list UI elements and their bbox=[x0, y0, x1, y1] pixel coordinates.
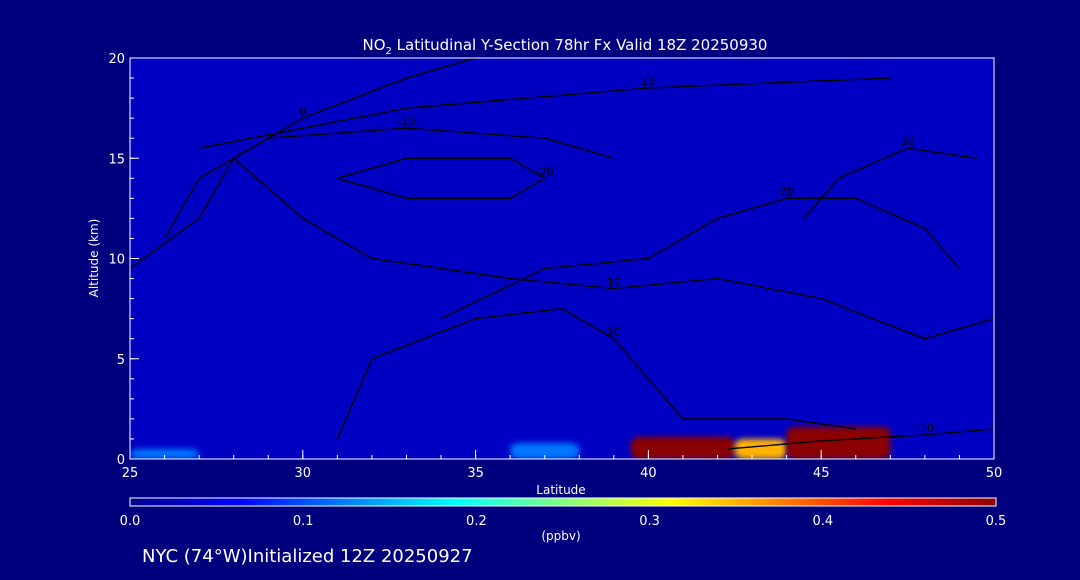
contour-label-4: 10 bbox=[607, 276, 621, 289]
colorbar-tick-label-3: 0.3 bbox=[639, 514, 660, 529]
concentration-feature-1 bbox=[734, 438, 787, 459]
plot-area bbox=[130, 58, 994, 459]
contour-label-8: -10 bbox=[916, 422, 934, 435]
contour-label-3: 10 bbox=[641, 75, 655, 88]
colorbar-unit-label: (ppbv) bbox=[541, 529, 580, 543]
contour-label-0: -10 bbox=[397, 115, 415, 128]
no2-cross-section-chart: NO2 Latitudinal Y-Section 78hr Fx Valid … bbox=[0, 0, 1080, 576]
initialized-label: Initialized 12Z 20250927 bbox=[248, 546, 473, 567]
station-label: NYC (74°W) bbox=[142, 546, 248, 567]
colorbar-gradient bbox=[129, 497, 997, 507]
footer-info: NYC (74°W)Initialized 12Z 20250927 bbox=[142, 546, 473, 567]
x-axis-label: Latitude bbox=[536, 483, 585, 497]
colorbar-tick-label-1: 0.1 bbox=[293, 514, 314, 529]
y-axis-label: Altitude (km) bbox=[87, 219, 101, 298]
x-tick-label-1: 30 bbox=[295, 466, 312, 481]
colorbar-tick-label-0: 0.0 bbox=[120, 514, 141, 529]
y-tick-label-1: 5 bbox=[117, 353, 125, 368]
y-tick-label-4: 20 bbox=[108, 52, 125, 67]
x-tick-label-2: 35 bbox=[467, 466, 484, 481]
contour-label-7: 30 bbox=[901, 135, 915, 148]
plot-background bbox=[130, 58, 994, 459]
chart-title: NO2 Latitudinal Y-Section 78hr Fx Valid … bbox=[363, 36, 768, 57]
chart-title-rest: Latitudinal Y-Section 78hr Fx Valid 18Z … bbox=[392, 36, 768, 54]
x-tick-label-5: 50 bbox=[986, 466, 1003, 481]
x-tick-label-3: 40 bbox=[640, 466, 657, 481]
contour-label-2: 0 bbox=[299, 105, 306, 118]
y-tick-label-3: 15 bbox=[108, 152, 125, 167]
contour-label-1: -20 bbox=[536, 165, 554, 178]
x-tick-label-0: 25 bbox=[122, 466, 139, 481]
colorbar-tick-label-5: 0.5 bbox=[986, 514, 1007, 529]
chart-title-prefix: NO bbox=[363, 36, 386, 54]
colorbar-tick-label-4: 0.4 bbox=[812, 514, 833, 529]
y-tick-label-2: 10 bbox=[108, 253, 125, 268]
y-tick-label-0: 0 bbox=[117, 453, 125, 468]
contour-label-5: 20 bbox=[780, 185, 794, 198]
chart-svg: NO2 Latitudinal Y-Section 78hr Fx Valid … bbox=[87, 36, 1007, 567]
x-tick-label-4: 45 bbox=[813, 466, 830, 481]
colorbar-tick-label-2: 0.2 bbox=[466, 514, 487, 529]
colorbar: 0.0 0.1 0.2 0.3 0.4 0.5 bbox=[120, 497, 1007, 529]
contour-label-6: 20 bbox=[607, 326, 621, 339]
